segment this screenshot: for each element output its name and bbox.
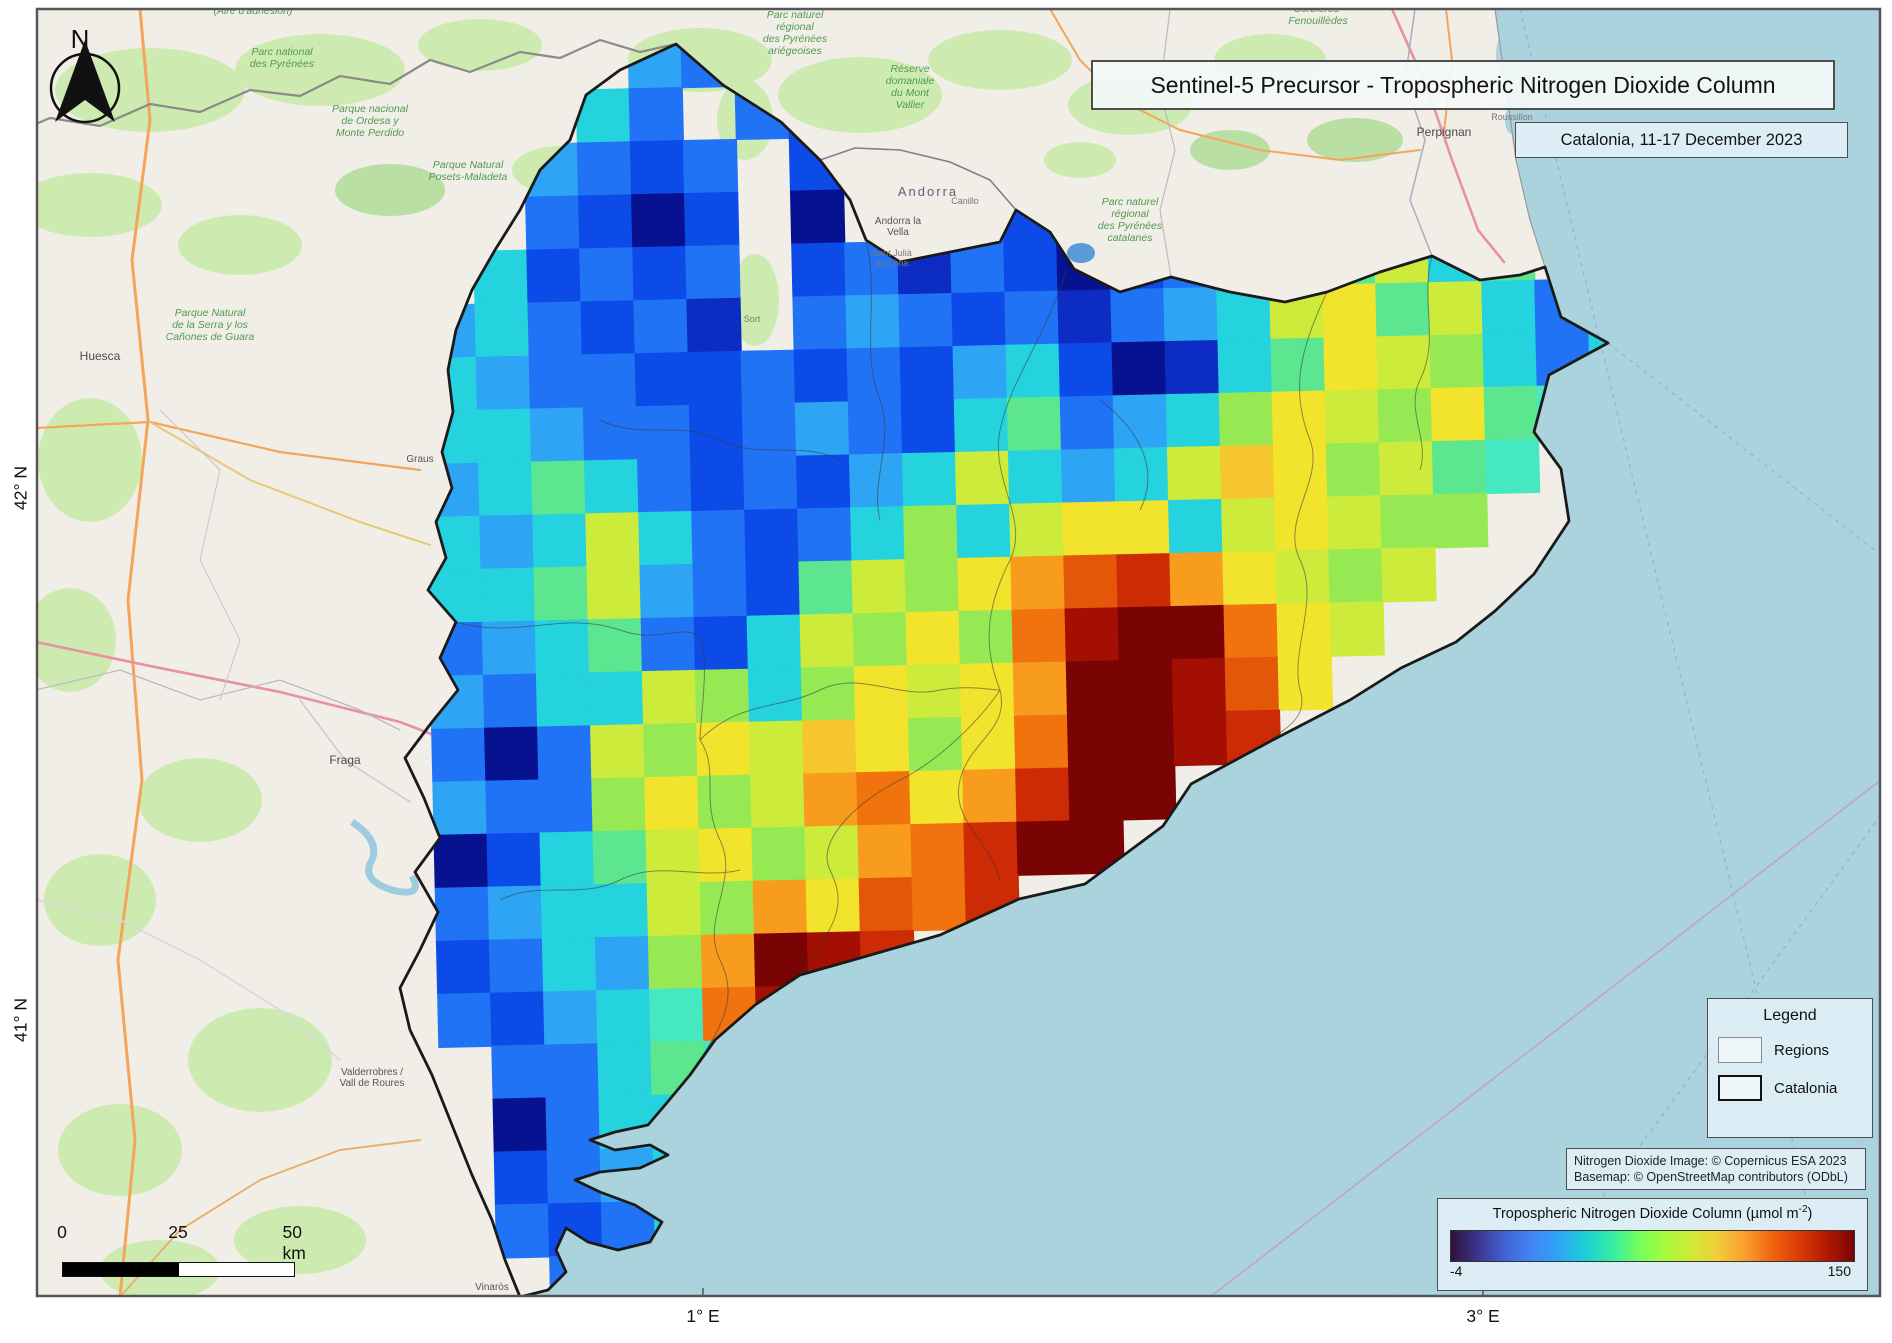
x-axis-label: 1° E (686, 1306, 719, 1327)
map-subtitle-box: Catalonia, 11-17 December 2023 (1515, 122, 1848, 158)
svg-text:Fraga: Fraga (329, 753, 361, 767)
attribution-line-1: Nitrogen Dioxide Image: © Copernicus ESA… (1574, 1153, 1865, 1169)
colorbar-min-label: -4 (1450, 1263, 1462, 1279)
attribution: Nitrogen Dioxide Image: © Copernicus ESA… (1566, 1148, 1866, 1190)
y-axis-label: 41° N (11, 998, 32, 1042)
svg-text:Sant Juliàde Lòria: Sant Juliàde Lòria (872, 248, 912, 268)
attribution-line-2: Basemap: © OpenStreetMap contributors (O… (1574, 1169, 1865, 1185)
scale-segment-black (63, 1263, 179, 1276)
legend-title: Legend (1718, 1007, 1862, 1025)
svg-text:Andorra: Andorra (898, 184, 958, 199)
scale-label-0: 0 (57, 1222, 67, 1243)
colorbar-gradient (1450, 1230, 1855, 1262)
svg-text:Parque Naturalde la Serra y lo: Parque Naturalde la Serra y losCañones d… (166, 307, 255, 343)
svg-text:Parque NaturalPosets-Maladeta: Parque NaturalPosets-Maladeta (429, 159, 508, 183)
catalonia-symbol (1718, 1075, 1762, 1101)
legend: Legend Regions Catalonia (1707, 998, 1873, 1138)
map-subtitle: Catalonia, 11-17 December 2023 (1561, 131, 1803, 150)
map-document: (Aire d'adhésion) Parc nationaldes Pyréné… (0, 0, 1892, 1343)
svg-text:Sort: Sort (744, 314, 761, 324)
svg-text:Canillo: Canillo (951, 196, 979, 206)
scale-bar: 0 25 50 km (50, 1222, 320, 1284)
svg-text:Valderrobres /Vall de Roures: Valderrobres /Vall de Roures (340, 1067, 405, 1089)
map-title-box: Sentinel-5 Precursor - Tropospheric Nitr… (1091, 60, 1835, 110)
north-arrow: N (42, 18, 132, 133)
svg-text:Corbières-Fenouillèdes: Corbières-Fenouillèdes (1288, 3, 1348, 27)
catalonia-label: Catalonia (1774, 1080, 1837, 1097)
svg-text:Graus: Graus (406, 454, 433, 465)
map-canvas: (Aire d'adhésion) Parc nationaldes Pyréné… (0, 0, 1892, 1343)
svg-text:Perpignan: Perpignan (1417, 125, 1472, 139)
svg-text:Parque nacionalde Ordesa yMont: Parque nacionalde Ordesa yMonte Perdido (332, 103, 409, 139)
scale-label-50: 50 km (283, 1222, 308, 1264)
svg-text:Vinaròs: Vinaròs (475, 1282, 509, 1293)
regions-label: Regions (1774, 1042, 1829, 1059)
svg-text:Parc nationaldes Pyrénées: Parc nationaldes Pyrénées (250, 46, 315, 70)
map-title: Sentinel-5 Precursor - Tropospheric Nitr… (1150, 72, 1775, 99)
svg-text:Huesca: Huesca (80, 349, 121, 363)
scale-label-25: 25 (168, 1222, 187, 1243)
scale-segment-white (179, 1263, 294, 1276)
regions-symbol (1718, 1037, 1762, 1063)
svg-text:(Aire d'adhésion): (Aire d'adhésion) (213, 5, 292, 17)
scale-bar-segments (62, 1262, 295, 1277)
colorbar: Tropospheric Nitrogen Dioxide Column (µm… (1437, 1198, 1868, 1291)
svg-text:Parc naturelrégionaldes Pyréné: Parc naturelrégionaldes Pyrénéesariégeoi… (763, 9, 828, 57)
x-axis-label: 3° E (1466, 1306, 1499, 1327)
colorbar-title: Tropospheric Nitrogen Dioxide Column (µm… (1438, 1204, 1867, 1222)
colorbar-max-label: 150 (1828, 1263, 1851, 1279)
north-arrow-needle (55, 40, 115, 122)
legend-item-catalonia: Catalonia (1718, 1075, 1862, 1101)
y-axis-label: 42° N (11, 466, 32, 510)
legend-item-regions: Regions (1718, 1037, 1862, 1063)
